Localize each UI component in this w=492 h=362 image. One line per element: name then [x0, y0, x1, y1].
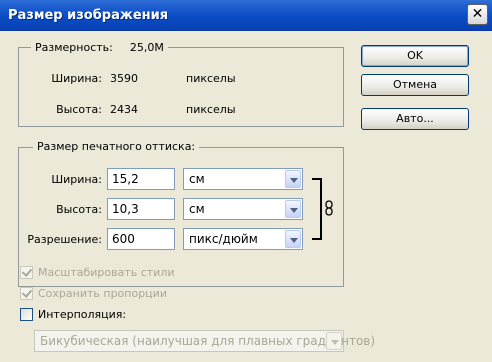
doc-width-label: Ширина:	[51, 173, 102, 186]
chevron-down-icon[interactable]	[326, 332, 342, 350]
resolution-unit: пикс/дюйм	[189, 232, 258, 246]
doc-height-input[interactable]: 10,3	[107, 198, 175, 220]
resample-label: Интерполяция:	[38, 308, 127, 321]
resample-checkbox[interactable]	[20, 308, 33, 321]
pixel-width-label: Ширина:	[51, 72, 102, 85]
pixel-height-value: 2434	[110, 103, 138, 116]
title-bar: Размер изображения ✕	[0, 0, 492, 31]
close-button[interactable]: ✕	[467, 4, 488, 25]
close-icon: ✕	[471, 6, 484, 22]
pixel-height-label: Высота:	[56, 103, 102, 116]
resample-method-select[interactable]: Бикубическая (наилучшая для плавных град…	[34, 330, 375, 352]
scale-styles-label: Масштабировать стили	[38, 266, 175, 279]
resolution-unit-select[interactable]: пикс/дюйм	[183, 228, 303, 250]
constrain-proportions-checkbox[interactable]	[20, 287, 33, 300]
dialog-body: Размерность: 25,0М Ширина: 3590 пикселы …	[0, 30, 492, 362]
constrain-bracket	[312, 178, 322, 240]
pixel-height-unit: пикселы	[186, 103, 236, 116]
chevron-down-icon[interactable]	[285, 230, 301, 248]
auto-button[interactable]: Авто...	[361, 108, 469, 130]
constrain-proportions-label: Сохранить пропорции	[38, 287, 167, 300]
resample-method: Бикубическая (наилучшая для плавных град…	[40, 334, 376, 348]
ok-button[interactable]: OK	[361, 45, 469, 67]
pixel-width-value: 3590	[110, 72, 138, 85]
resolution-label: Разрешение:	[27, 233, 102, 246]
resolution-value: 600	[112, 232, 135, 246]
doc-width-unit: см	[189, 172, 205, 186]
doc-height-value: 10,3	[112, 202, 139, 216]
document-size-legend: Размер печатного оттиска:	[33, 140, 200, 153]
doc-height-unit-select[interactable]: см	[183, 198, 303, 220]
scale-styles-checkbox[interactable]	[20, 266, 33, 279]
doc-height-label: Высота:	[56, 203, 102, 216]
chain-link-icon	[325, 200, 333, 216]
pixel-width-unit: пикселы	[186, 72, 236, 85]
cancel-button[interactable]: Отмена	[361, 74, 469, 96]
doc-width-input[interactable]: 15,2	[107, 168, 175, 190]
chevron-down-icon[interactable]	[285, 200, 301, 218]
doc-height-unit: см	[189, 202, 205, 216]
resolution-input[interactable]: 600	[107, 228, 175, 250]
chevron-down-icon[interactable]	[285, 170, 301, 188]
doc-width-value: 15,2	[112, 172, 139, 186]
doc-width-unit-select[interactable]: см	[183, 168, 303, 190]
window-title: Размер изображения	[8, 8, 169, 23]
